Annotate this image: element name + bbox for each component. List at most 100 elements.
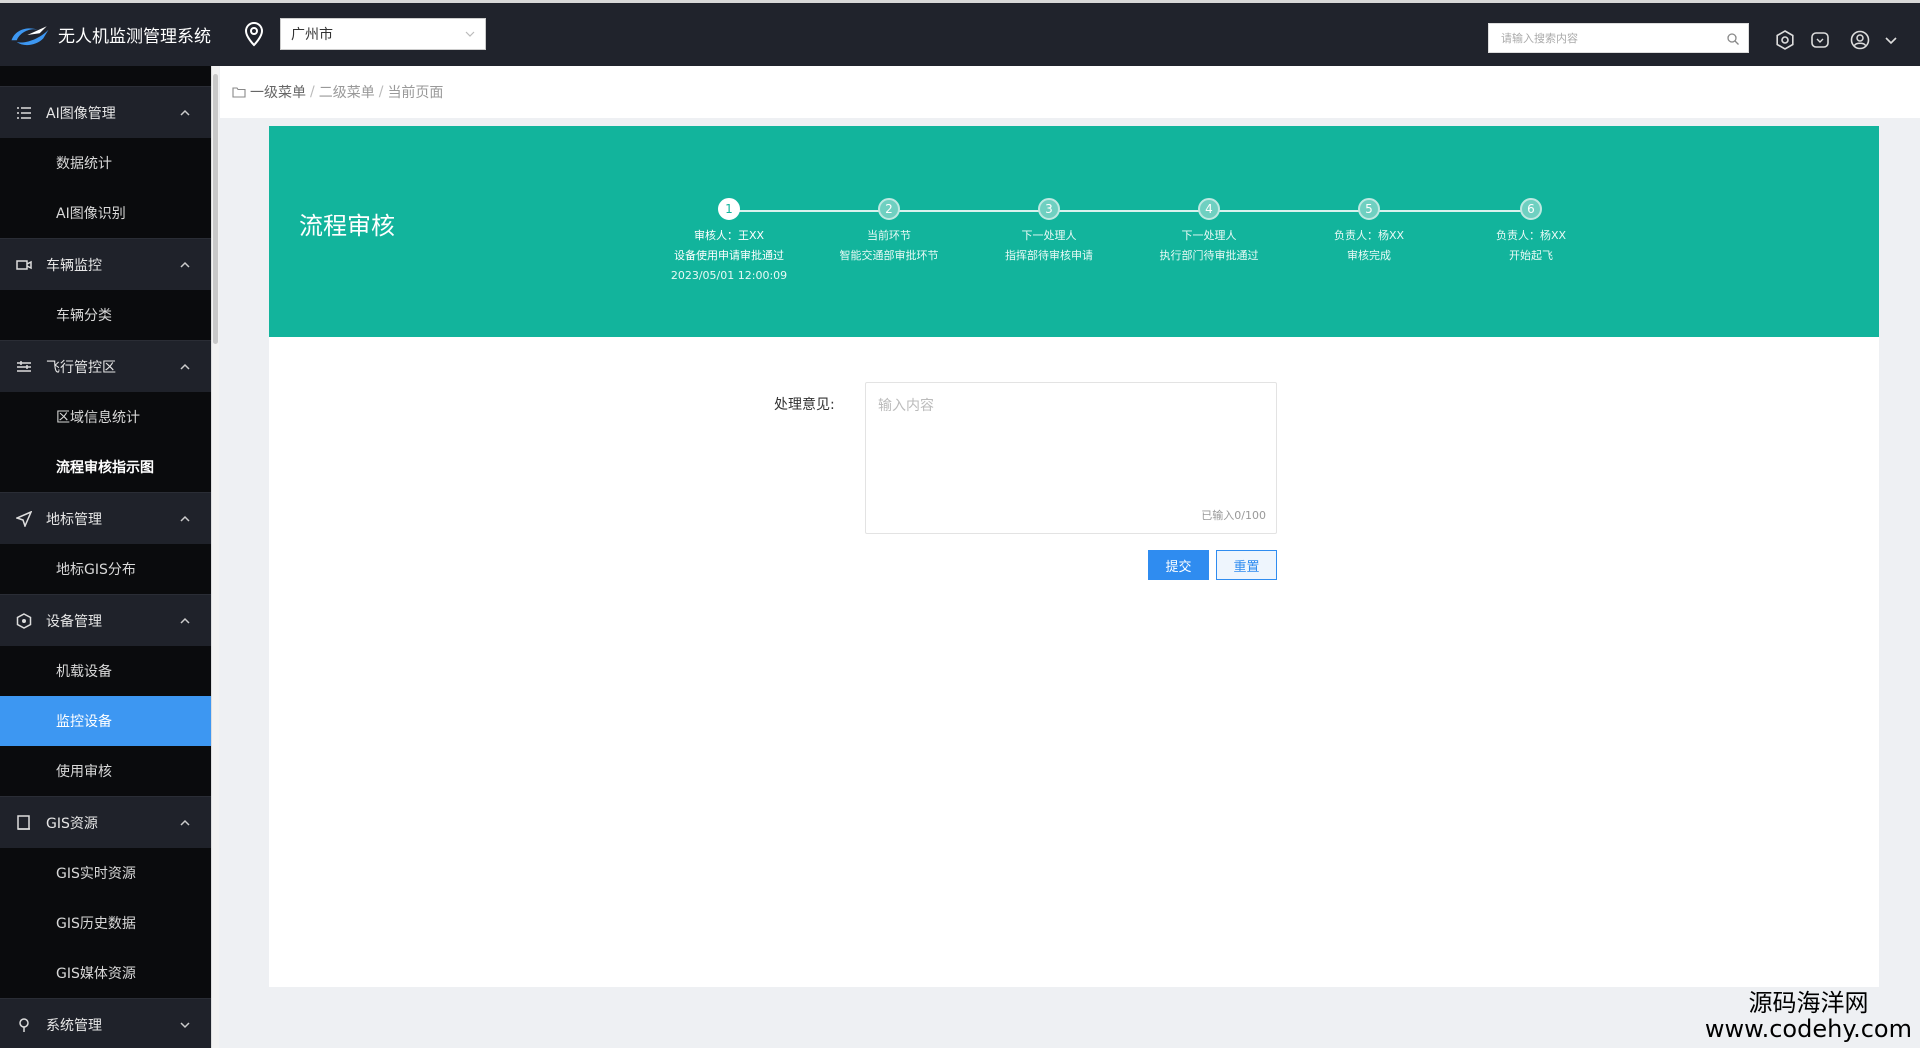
reset-button[interactable]: 重置 bbox=[1216, 550, 1277, 580]
step-line1: 下一处理人 bbox=[1181, 229, 1237, 242]
step-number: 5 bbox=[1358, 198, 1380, 220]
sidebar-group-gis[interactable]: GIS资源 bbox=[0, 796, 211, 848]
submit-button[interactable]: 提交 bbox=[1148, 550, 1209, 580]
book-icon bbox=[17, 814, 30, 830]
brand[interactable]: 无人机监测管理系统 bbox=[0, 3, 211, 66]
sidebar-item-gis-media[interactable]: GIS媒体资源 bbox=[0, 948, 211, 998]
step-line2: 指挥部待审核申请 bbox=[1005, 249, 1093, 262]
sidebar-item-label: 数据统计 bbox=[56, 156, 112, 172]
sidebar-item-label: 区域信息统计 bbox=[56, 410, 140, 426]
step-6: 6 负责人：杨XX 开始起飞 bbox=[1451, 198, 1611, 266]
step-5: 5 负责人：杨XX 审核完成 bbox=[1289, 198, 1449, 266]
step-line2: 执行部门待审批通过 bbox=[1159, 249, 1259, 262]
search-input[interactable] bbox=[1501, 31, 1726, 45]
sidebar-item-label: AI图像识别 bbox=[56, 206, 126, 222]
breadcrumb-current: 当前页面 bbox=[387, 85, 444, 101]
sidebar-group-label: 车辆监控 bbox=[46, 257, 102, 274]
sidebar-item-data-stats[interactable]: 数据统计 bbox=[0, 138, 211, 188]
navigation-icon bbox=[16, 510, 32, 527]
breadcrumb-separator: / bbox=[310, 84, 315, 100]
step-number: 3 bbox=[1038, 198, 1060, 220]
step-number: 2 bbox=[878, 198, 900, 220]
chevron-up-icon bbox=[180, 617, 190, 624]
app-title: 无人机监测管理系统 bbox=[58, 27, 211, 47]
sidebar-item-label: GIS实时资源 bbox=[56, 866, 136, 882]
sidebar-item-label: 使用审核 bbox=[56, 764, 112, 780]
step-3: 3 下一处理人 指挥部待审核申请 bbox=[969, 198, 1129, 266]
sidebar-item-monitor-device[interactable]: 监控设备 bbox=[0, 696, 211, 746]
step-line2: 智能交通部审批环节 bbox=[839, 249, 939, 262]
opinion-field[interactable]: 已输入0/100 bbox=[865, 382, 1277, 534]
sidebar-group-label: 设备管理 bbox=[46, 613, 102, 630]
sidebar-group-label: 地标管理 bbox=[46, 511, 102, 528]
sidebar-group-ai-image[interactable]: AI图像管理 bbox=[0, 86, 211, 138]
sidebar-group-vehicle-monitor[interactable]: 车辆监控 bbox=[0, 238, 211, 290]
sidebar-item-area-stats[interactable]: 区域信息统计 bbox=[0, 392, 211, 442]
opinion-textarea[interactable] bbox=[866, 383, 1276, 503]
sidebar-group-landmark[interactable]: 地标管理 bbox=[0, 492, 211, 544]
user-icon[interactable] bbox=[1850, 30, 1870, 50]
step-line1: 负责人：杨XX bbox=[1495, 229, 1567, 242]
sidebar-group-device[interactable]: 设备管理 bbox=[0, 594, 211, 646]
sidebar-group-label: GIS资源 bbox=[46, 815, 98, 832]
chevron-up-icon bbox=[180, 363, 190, 370]
scrollbar-thumb[interactable] bbox=[213, 74, 218, 344]
sidebar-item-vehicle-category[interactable]: 车辆分类 bbox=[0, 290, 211, 340]
sidebar-item-label: 地标GIS分布 bbox=[56, 562, 136, 578]
chevron-down-icon[interactable] bbox=[1884, 30, 1898, 50]
folder-icon bbox=[232, 87, 246, 98]
sidebar: AI图像管理 数据统计 AI图像识别 车辆监控 车辆分类 飞行管控区 区域信息统… bbox=[0, 66, 211, 1048]
sidebar-item-airborne-device[interactable]: 机载设备 bbox=[0, 646, 211, 696]
sidebar-scrollbar[interactable] bbox=[211, 66, 219, 1048]
search-box[interactable] bbox=[1488, 23, 1749, 53]
step-line2: 审核完成 bbox=[1347, 249, 1391, 262]
sidebar-item-label: 机载设备 bbox=[56, 664, 112, 680]
step-number: 1 bbox=[718, 198, 740, 220]
sidebar-item-ai-recognition[interactable]: AI图像识别 bbox=[0, 188, 211, 238]
sidebar-item-label: GIS历史数据 bbox=[56, 916, 136, 932]
sidebar-group-system[interactable]: 系统管理 bbox=[0, 998, 211, 1048]
sidebar-group-label: 飞行管控区 bbox=[46, 359, 116, 376]
breadcrumb: 一级菜单 / 二级菜单 / 当前页面 bbox=[220, 66, 1920, 118]
opinion-label: 处理意见: bbox=[774, 397, 835, 413]
process-header: 流程审核 1 审核人：王XX 设备使用申请审批通过 2023/05/01 12:… bbox=[269, 126, 1879, 337]
step-line3: 2023/05/01 12:00:09 bbox=[670, 269, 788, 282]
step-4: 4 下一处理人 执行部门待审批通过 bbox=[1129, 198, 1289, 266]
sidebar-item-label: 监控设备 bbox=[56, 714, 112, 730]
breadcrumb-level2[interactable]: 二级菜单 bbox=[319, 82, 375, 102]
sidebar-item-label: 流程审核指示图 bbox=[56, 460, 154, 476]
step-number: 6 bbox=[1520, 198, 1542, 220]
sidebar-item-gis-history[interactable]: GIS历史数据 bbox=[0, 898, 211, 948]
step-2: 2 当前环节 智能交通部审批环节 bbox=[809, 198, 969, 266]
char-counter: 已输入0/100 bbox=[1201, 509, 1266, 522]
watermark: 源码海洋网 www.codehy.com bbox=[1705, 990, 1912, 1042]
step-line1: 当前环节 bbox=[867, 229, 911, 242]
step-line1: 负责人：杨XX bbox=[1333, 229, 1405, 242]
page-title: 流程审核 bbox=[299, 212, 395, 240]
sidebar-item-gis-realtime[interactable]: GIS实时资源 bbox=[0, 848, 211, 898]
chevron-down-icon bbox=[180, 1022, 190, 1029]
chevron-up-icon bbox=[180, 109, 190, 116]
sidebar-item-usage-review[interactable]: 使用审核 bbox=[0, 746, 211, 796]
sidebar-item-landmark-gis[interactable]: 地标GIS分布 bbox=[0, 544, 211, 594]
settings-icon[interactable] bbox=[1775, 30, 1795, 50]
main-card: 流程审核 1 审核人：王XX 设备使用申请审批通过 2023/05/01 12:… bbox=[269, 126, 1879, 987]
search-icon[interactable] bbox=[1726, 32, 1740, 46]
breadcrumb-level1[interactable]: 一级菜单 bbox=[250, 82, 306, 102]
watermark-line2: www.codehy.com bbox=[1704, 1015, 1912, 1043]
sidebar-item-label: GIS媒体资源 bbox=[56, 966, 136, 982]
message-icon[interactable] bbox=[1810, 30, 1830, 50]
chevron-up-icon bbox=[180, 261, 190, 268]
sidebar-group-label: AI图像管理 bbox=[46, 105, 116, 122]
breadcrumb-separator: / bbox=[378, 84, 384, 100]
city-select[interactable]: 广州市 bbox=[280, 18, 486, 50]
location-pin-icon[interactable] bbox=[242, 21, 266, 47]
sidebar-item-process-review-chart[interactable]: 流程审核指示图 bbox=[0, 442, 211, 492]
chevron-down-icon bbox=[465, 31, 475, 37]
step-line2: 设备使用申请审批通过 bbox=[674, 249, 784, 262]
step-line1: 审核人：王XX bbox=[693, 229, 765, 242]
chevron-up-icon bbox=[180, 819, 190, 826]
sidebar-group-flight-control[interactable]: 飞行管控区 bbox=[0, 340, 211, 392]
location-icon bbox=[19, 1017, 29, 1032]
chevron-up-icon bbox=[180, 515, 190, 522]
